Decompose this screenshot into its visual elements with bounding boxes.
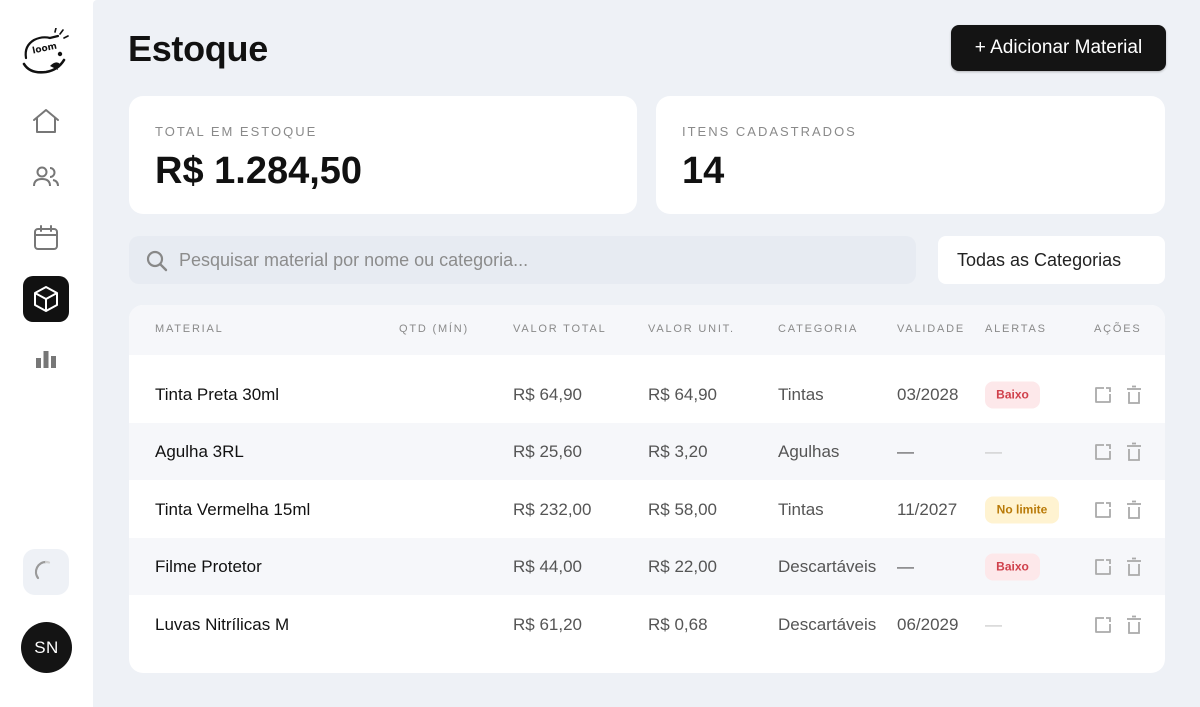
cell-material: Tinta Preta 30ml xyxy=(155,384,280,404)
cell-category: Descartáveis xyxy=(778,556,877,576)
table-row: Tinta Vermelha 15ml R$ 232,00 R$ 58,00 T… xyxy=(129,481,1165,538)
table-header: MATERIAL QTD (MÍN) VALOR TOTAL VALOR UNI… xyxy=(129,305,1165,355)
stat-value: R$ 1.284,50 xyxy=(155,150,363,192)
cell-unit: R$ 3,20 xyxy=(648,441,708,461)
nav-home[interactable] xyxy=(23,98,69,144)
cell-expiry: 03/2028 xyxy=(897,384,959,404)
column-header-category: CATEGORIA xyxy=(778,323,859,335)
stat-label: ITENS CADASTRADOS xyxy=(682,124,857,139)
nav-reports[interactable] xyxy=(23,335,69,381)
delete-icon[interactable] xyxy=(1124,500,1144,520)
column-header-expiry: VALIDADE xyxy=(897,323,965,335)
cell-total: R$ 64,90 xyxy=(513,384,582,404)
logo: loom xyxy=(22,28,69,74)
stat-card-items: ITENS CADASTRADOS 14 xyxy=(656,96,1165,214)
cell-category: Tintas xyxy=(778,384,824,404)
cell-unit: R$ 64,90 xyxy=(648,384,717,404)
box-icon xyxy=(34,286,58,312)
alert-badge: Baixo xyxy=(985,381,1040,408)
column-header-alerts: ALERTAS xyxy=(985,323,1047,335)
cell-material: Tinta Vermelha 15ml xyxy=(155,499,311,519)
cell-category: Tintas xyxy=(778,499,824,519)
cell-material: Agulha 3RL xyxy=(155,441,244,461)
avatar[interactable]: SN xyxy=(21,622,72,673)
search-input[interactable] xyxy=(179,236,899,284)
column-header-actions: AÇÕES xyxy=(1094,323,1142,335)
delete-icon[interactable] xyxy=(1124,442,1144,462)
cell-total: R$ 44,00 xyxy=(513,556,582,576)
alert-empty: — xyxy=(985,614,1002,634)
nav-calendar[interactable] xyxy=(23,215,69,261)
cell-expiry: 06/2029 xyxy=(897,614,959,634)
cell-total: R$ 61,20 xyxy=(513,614,582,634)
loading-button[interactable] xyxy=(23,549,69,595)
sidebar: loom SN xyxy=(0,0,93,707)
column-header-material: MATERIAL xyxy=(155,323,224,335)
page-title: Estoque xyxy=(128,28,268,69)
cell-expiry: — xyxy=(897,556,914,576)
cell-unit: R$ 58,00 xyxy=(648,499,717,519)
cell-expiry: 11/2027 xyxy=(897,499,958,519)
add-material-button[interactable]: + Adicionar Material xyxy=(951,25,1166,71)
edit-icon[interactable] xyxy=(1093,500,1113,520)
stat-label: TOTAL EM ESTOQUE xyxy=(155,124,318,139)
nav-clients[interactable] xyxy=(23,154,69,200)
bar-chart-icon xyxy=(36,351,56,368)
alert-empty: — xyxy=(985,441,1002,461)
alert-badge: Baixo xyxy=(985,553,1040,580)
cell-total: R$ 25,60 xyxy=(513,441,582,461)
cell-expiry: — xyxy=(897,441,914,461)
alert-badge: No limite xyxy=(985,496,1059,523)
cell-material: Filme Protetor xyxy=(155,556,262,576)
cell-category: Descartáveis xyxy=(778,614,877,634)
edit-icon[interactable] xyxy=(1093,557,1113,577)
search-bar xyxy=(129,236,916,284)
svg-text:loom: loom xyxy=(32,42,58,57)
users-icon xyxy=(33,166,59,187)
delete-icon[interactable] xyxy=(1124,615,1144,635)
stat-card-total: TOTAL EM ESTOQUE R$ 1.284,50 xyxy=(129,96,637,214)
cell-category: Agulhas xyxy=(778,441,840,461)
edit-icon[interactable] xyxy=(1093,615,1113,635)
column-header-unit-value: VALOR UNIT. xyxy=(648,323,735,335)
edit-icon[interactable] xyxy=(1093,385,1113,405)
materials-table: MATERIAL QTD (MÍN) VALOR TOTAL VALOR UNI… xyxy=(129,305,1165,673)
main-content: Estoque + Adicionar Material TOTAL EM ES… xyxy=(93,0,1200,707)
column-header-qty: QTD (MÍN) xyxy=(399,323,469,335)
table-row: Filme Protetor R$ 44,00 R$ 22,00 Descart… xyxy=(129,538,1165,595)
calendar-icon xyxy=(34,225,58,250)
delete-icon[interactable] xyxy=(1124,385,1144,405)
category-filter-select[interactable]: Todas as Categorias xyxy=(938,236,1165,284)
nav-stock[interactable] xyxy=(23,276,69,322)
stat-value: 14 xyxy=(682,150,725,192)
search-icon xyxy=(146,250,168,272)
spinner-icon xyxy=(34,560,51,580)
cell-material: Luvas Nitrílicas M xyxy=(155,614,290,634)
edit-icon[interactable] xyxy=(1093,442,1113,462)
cell-total: R$ 232,00 xyxy=(513,499,592,519)
home-icon xyxy=(33,109,59,133)
delete-icon[interactable] xyxy=(1124,557,1144,577)
table-row: Agulha 3RL R$ 25,60 R$ 3,20 Agulhas — — xyxy=(129,423,1165,480)
table-row: Tinta Preta 30ml R$ 64,90 R$ 64,90 Tinta… xyxy=(129,366,1165,423)
column-header-total-value: VALOR TOTAL xyxy=(513,323,607,335)
cell-unit: R$ 0,68 xyxy=(648,614,708,634)
table-row: Luvas Nitrílicas M R$ 61,20 R$ 0,68 Desc… xyxy=(129,596,1165,653)
cell-unit: R$ 22,00 xyxy=(648,556,717,576)
